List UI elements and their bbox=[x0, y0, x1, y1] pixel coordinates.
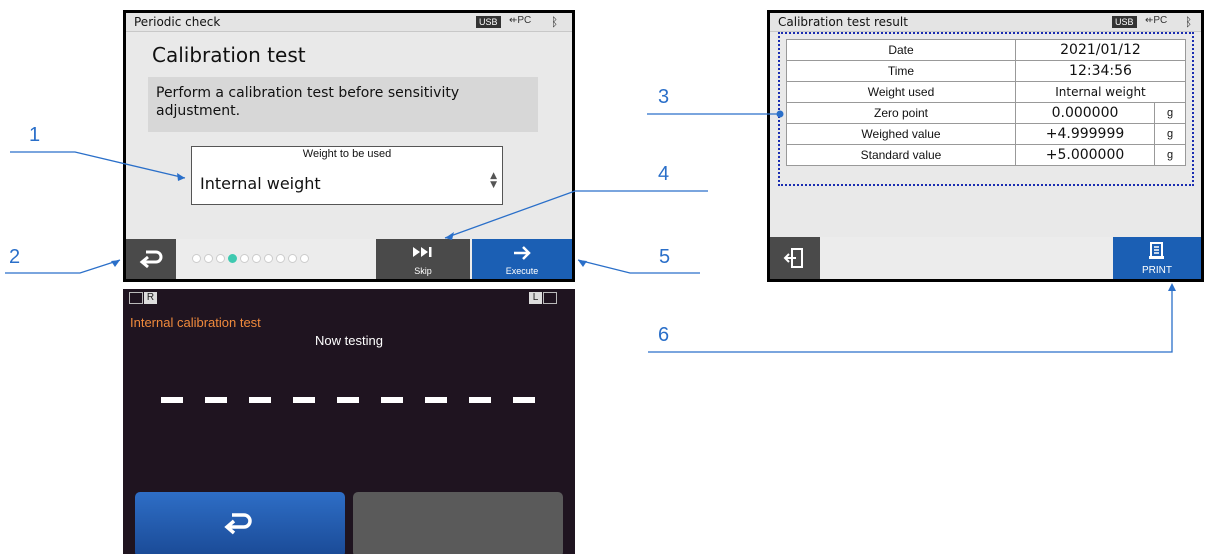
callout-line-5 bbox=[577, 259, 700, 274]
callout-number-4: 4 bbox=[658, 163, 670, 185]
callout-line-2 bbox=[5, 259, 121, 274]
callout-number-6: 6 bbox=[658, 324, 670, 346]
callout-line-6 bbox=[648, 285, 1173, 353]
callout-number-3: 3 bbox=[658, 86, 670, 108]
callout-line-1 bbox=[10, 151, 186, 179]
callout-number-5: 5 bbox=[659, 246, 671, 268]
callout-lines bbox=[5, 110, 1176, 353]
callout-number-2: 2 bbox=[9, 246, 21, 268]
callout-number-1: 1 bbox=[29, 124, 41, 146]
callout-line-4 bbox=[444, 190, 708, 239]
